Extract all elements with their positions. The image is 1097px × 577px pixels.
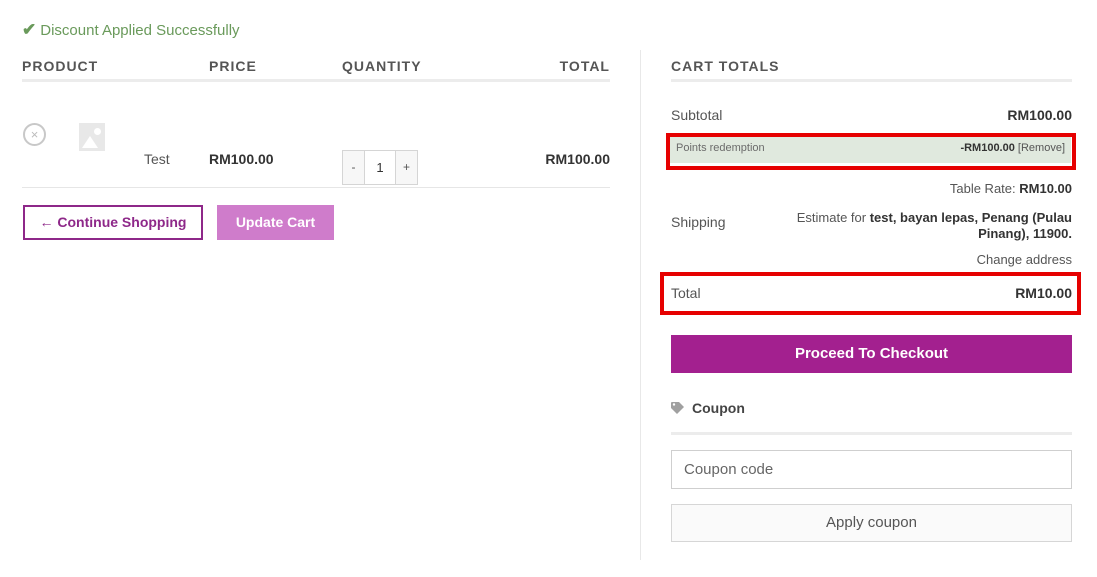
- header-price: PRICE: [209, 58, 257, 74]
- quantity-stepper: - 1 +: [342, 150, 418, 185]
- remove-item-icon[interactable]: ×: [23, 123, 46, 146]
- shipping-address: test, bayan lepas, Penang (Pulau Pinang)…: [869, 210, 1072, 241]
- coupon-heading: Coupon: [671, 400, 1072, 435]
- table-rate: Table Rate: RM10.00: [950, 181, 1072, 196]
- table-row: × Test RM100.00 - 1 + RM100.00: [22, 82, 610, 188]
- continue-shopping-button[interactable]: ← Continue Shopping: [23, 205, 203, 240]
- proceed-to-checkout-button[interactable]: Proceed To Checkout: [671, 335, 1072, 373]
- quantity-decrease-button[interactable]: -: [343, 151, 364, 184]
- success-notice: ✔ Discount Applied Successfully: [22, 20, 240, 40]
- notice-text: Discount Applied Successfully: [40, 21, 240, 39]
- cart-totals-title: CART TOTALS: [671, 50, 1072, 82]
- update-cart-button[interactable]: Update Cart: [217, 205, 334, 240]
- cart-table-header: PRODUCT PRICE QUANTITY TOTAL: [22, 50, 610, 82]
- quantity-increase-button[interactable]: +: [396, 151, 417, 184]
- check-icon: ✔: [22, 20, 37, 39]
- shipping-estimate-prefix: Estimate for: [796, 210, 867, 225]
- product-thumbnail[interactable]: [79, 123, 105, 151]
- change-address-link[interactable]: Change address: [977, 252, 1072, 267]
- shipping-label: Shipping: [671, 214, 726, 230]
- tag-icon: [671, 402, 686, 414]
- highlight-box-points: [666, 133, 1076, 170]
- line-total: RM100.00: [545, 151, 610, 167]
- product-price: RM100.00: [209, 151, 274, 167]
- header-total: TOTAL: [559, 58, 610, 74]
- quantity-input[interactable]: 1: [364, 151, 396, 184]
- cart-totals: CART TOTALS Subtotal RM100.00 Points red…: [668, 50, 1072, 301]
- product-name[interactable]: Test: [144, 151, 170, 167]
- apply-coupon-button[interactable]: Apply coupon: [671, 504, 1072, 542]
- coupon-heading-text: Coupon: [692, 400, 745, 416]
- column-divider: [640, 50, 641, 560]
- table-rate-label: Table Rate:: [949, 181, 1016, 196]
- header-product: PRODUCT: [22, 58, 99, 74]
- shipping-estimate: Estimate for test, bayan lepas, Penang (…: [752, 210, 1072, 242]
- subtotal-label: Subtotal: [671, 107, 723, 123]
- header-quantity: QUANTITY: [342, 58, 422, 74]
- subtotal-value: RM100.00: [1007, 107, 1072, 123]
- coupon-code-input[interactable]: [671, 450, 1072, 489]
- cart-table: PRODUCT PRICE QUANTITY TOTAL × Test RM10…: [22, 50, 610, 188]
- table-rate-value: RM10.00: [1019, 181, 1072, 196]
- highlight-box-total: [660, 272, 1081, 315]
